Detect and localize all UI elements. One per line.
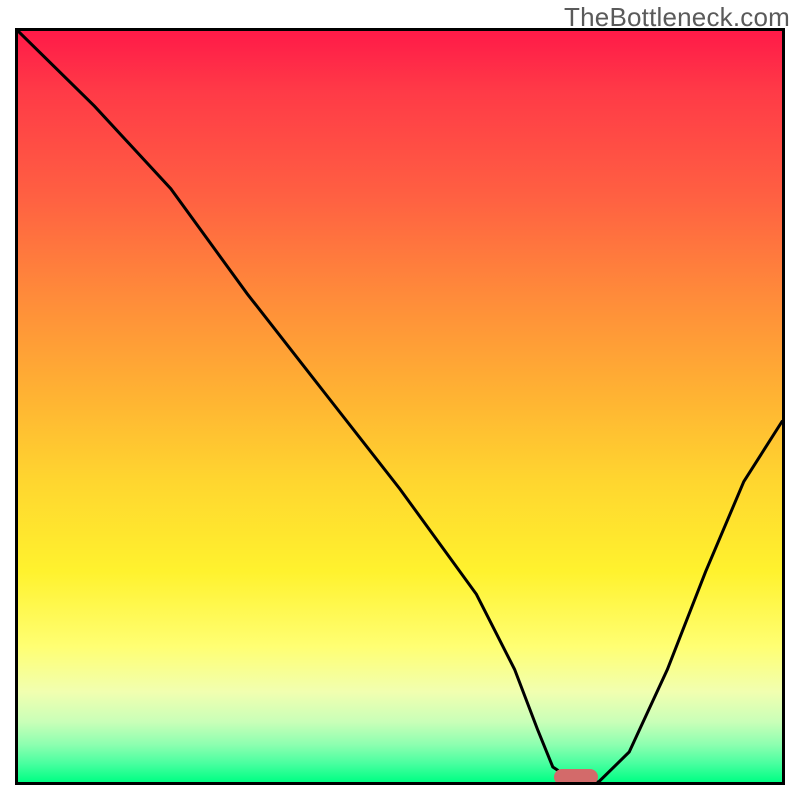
optimal-marker: [554, 769, 598, 785]
chart-stage: TheBottleneck.com: [0, 0, 800, 800]
plot-area: [15, 28, 785, 785]
bottleneck-curve: [18, 31, 782, 782]
